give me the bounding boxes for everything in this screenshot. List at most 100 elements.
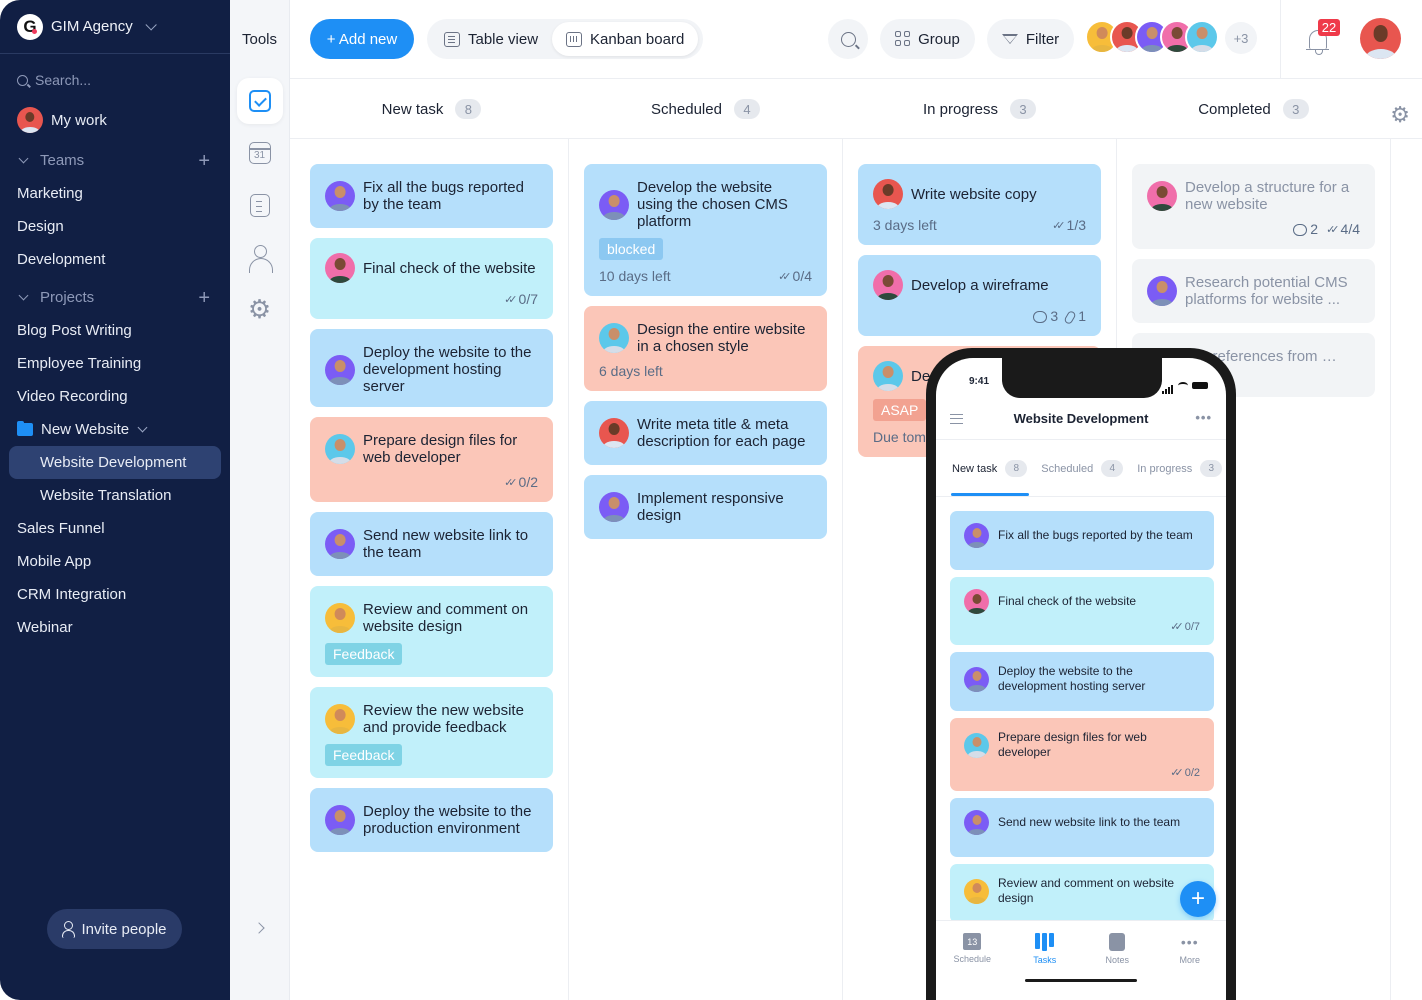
more-icon[interactable]: ••• <box>1195 410 1212 425</box>
sidebar-search[interactable]: Search... <box>0 54 230 106</box>
avatar <box>873 270 903 300</box>
task-card[interactable]: Review and comment on website design Feed… <box>310 586 553 677</box>
board-settings-gear-icon[interactable]: ⚙ <box>1390 104 1410 126</box>
phone-tab-new-task[interactable]: New task 8 <box>952 460 1028 477</box>
user-avatar[interactable] <box>1360 18 1401 59</box>
sidebar-item-blog-post-writing[interactable]: Blog Post Writing <box>0 314 230 347</box>
phone-mockup: 9:41 Website Development ••• New task 8 … <box>926 348 1236 1000</box>
workspace-switcher[interactable]: G GIM Agency <box>0 0 230 54</box>
notes-icon <box>1109 933 1126 951</box>
sidebar-item-design[interactable]: Design <box>0 210 230 243</box>
sidebar-item-marketing[interactable]: Marketing <box>0 177 230 210</box>
task-card[interactable]: Review the new website and provide feedb… <box>310 687 553 778</box>
tool-notes[interactable] <box>237 182 283 228</box>
nav-more[interactable]: ••• More <box>1160 933 1220 1000</box>
add-task-fab[interactable]: + <box>1180 881 1216 917</box>
expand-chevron-icon[interactable] <box>253 922 265 934</box>
filter-button[interactable]: Filter <box>987 19 1074 59</box>
avatar <box>964 878 989 904</box>
column-header-in-progress: In progress 3 <box>858 80 1101 138</box>
column-count: 4 <box>733 99 760 119</box>
group-label: Group <box>918 30 960 48</box>
phone-task-card[interactable]: Prepare design files for web developer 0/… <box>950 718 1214 791</box>
search-button[interactable] <box>828 19 868 59</box>
task-card[interactable]: Research potential CMS platforms for web… <box>1132 259 1375 323</box>
tab-count: 4 <box>1101 460 1124 477</box>
column-title: Scheduled <box>651 100 722 118</box>
group-button[interactable]: Group <box>880 19 975 59</box>
nav-tasks[interactable]: Tasks <box>1015 933 1075 1000</box>
phone-task-card[interactable]: Fix all the bugs reported by the team <box>950 511 1214 570</box>
column-scheduled: Develop the website using the chosen CMS… <box>584 164 827 549</box>
status-icons <box>1162 376 1208 394</box>
task-card[interactable]: Deploy the website to the development ho… <box>310 329 553 407</box>
member-avatars[interactable] <box>1085 20 1219 54</box>
add-team-icon[interactable]: + <box>198 151 210 171</box>
sidebar-item-employee-training[interactable]: Employee Training <box>0 347 230 380</box>
sidebar-item-webinar[interactable]: Webinar <box>0 611 230 644</box>
tool-users[interactable] <box>237 234 283 280</box>
tool-calendar[interactable]: 31 <box>237 130 283 176</box>
teams-section-header[interactable]: Teams + <box>0 144 230 177</box>
tool-tasks[interactable] <box>236 78 283 124</box>
phone-task-card[interactable]: Review and comment on website design <box>950 864 1214 923</box>
task-card[interactable]: Fix all the bugs reported by the team <box>310 164 553 228</box>
task-card[interactable]: Deploy the website to the production env… <box>310 788 553 852</box>
tab-table-view[interactable]: Table view <box>430 22 552 56</box>
sidebar-item-my-work[interactable]: My work <box>0 106 230 134</box>
avatar <box>964 523 989 548</box>
phone-task-card[interactable]: Deploy the website to the development ho… <box>950 652 1214 711</box>
toolbar: + Add new Table view Kanban board Group … <box>290 0 1422 79</box>
add-project-icon[interactable]: + <box>198 288 210 308</box>
more-members-count[interactable]: +3 <box>1225 22 1257 54</box>
card-title: Fix all the bugs reported by the team <box>998 528 1193 542</box>
card-title: Develop a structure for a new website <box>1185 179 1350 213</box>
sidebar-item-website-translation[interactable]: Website Translation <box>0 479 230 512</box>
invite-people-button[interactable]: Invite people <box>47 909 182 949</box>
card-header: Review the new website and provide feedb… <box>325 702 538 736</box>
add-new-button[interactable]: + Add new <box>310 19 414 59</box>
checklist-progress: 0/4 <box>778 268 812 284</box>
sidebar-item-development[interactable]: Development <box>0 243 230 276</box>
phone-tab-scheduled[interactable]: Scheduled 4 <box>1041 460 1124 477</box>
task-card[interactable]: Send new website link to the team <box>310 512 553 576</box>
sidebar-item-crm-integration[interactable]: CRM Integration <box>0 578 230 611</box>
task-card[interactable]: Develop the website using the chosen CMS… <box>584 164 827 296</box>
tool-settings[interactable]: ⚙ <box>237 286 283 332</box>
card-meta: 6 days left <box>599 363 812 379</box>
card-header: Implement responsive design <box>599 490 812 524</box>
card-title: Review and comment on website design <box>998 876 1175 905</box>
sidebar-item-website-development[interactable]: Website Development <box>9 446 221 479</box>
sidebar-item-sales-funnel[interactable]: Sales Funnel <box>0 512 230 545</box>
nav-notes[interactable]: Notes <box>1087 933 1147 1000</box>
menu-icon[interactable] <box>950 414 963 424</box>
sidebar-item-video-recording[interactable]: Video Recording <box>0 380 230 413</box>
phone-task-card[interactable]: Final check of the website 0/7 <box>950 577 1214 645</box>
workspace-name: GIM Agency <box>51 18 133 35</box>
calendar-icon: 31 <box>248 142 271 164</box>
task-card[interactable]: Final check of the website 0/7 <box>310 238 553 319</box>
projects-section-header[interactable]: Projects + <box>0 281 230 314</box>
avatar <box>1147 181 1177 211</box>
task-card[interactable]: Write website copy 3 days left 1/3 <box>858 164 1101 245</box>
tab-label: Table view <box>468 30 539 48</box>
phone-tab-in-progress[interactable]: In progress 3 <box>1137 460 1223 477</box>
card-meta: 3 days left 1/3 <box>873 217 1086 233</box>
task-card[interactable]: Write meta title & meta description for … <box>584 401 827 465</box>
tab-kanban-board[interactable]: Kanban board <box>552 22 699 56</box>
sidebar-item-mobile-app[interactable]: Mobile App <box>0 545 230 578</box>
task-card[interactable]: Implement responsive design <box>584 475 827 539</box>
task-card[interactable]: Prepare design files for web developer 0/… <box>310 417 553 502</box>
nav-label: Schedule <box>953 954 992 964</box>
task-card[interactable]: Design the entire website in a chosen st… <box>584 306 827 391</box>
task-card[interactable]: Develop a structure for a new website 2 4/… <box>1132 164 1375 249</box>
card-title: Review and comment on website design <box>363 601 529 635</box>
card-title: Prepare design files for web developer <box>998 730 1147 759</box>
avatar <box>17 107 43 133</box>
phone-task-card[interactable]: Send new website link to the team <box>950 798 1214 857</box>
nav-schedule[interactable]: 13 Schedule <box>942 933 1002 1000</box>
comment-icon <box>1033 311 1048 324</box>
sidebar-folder-new-website[interactable]: New Website <box>0 413 230 446</box>
task-card[interactable]: Develop a wireframe 3 1 <box>858 255 1101 336</box>
avatar <box>325 603 355 633</box>
